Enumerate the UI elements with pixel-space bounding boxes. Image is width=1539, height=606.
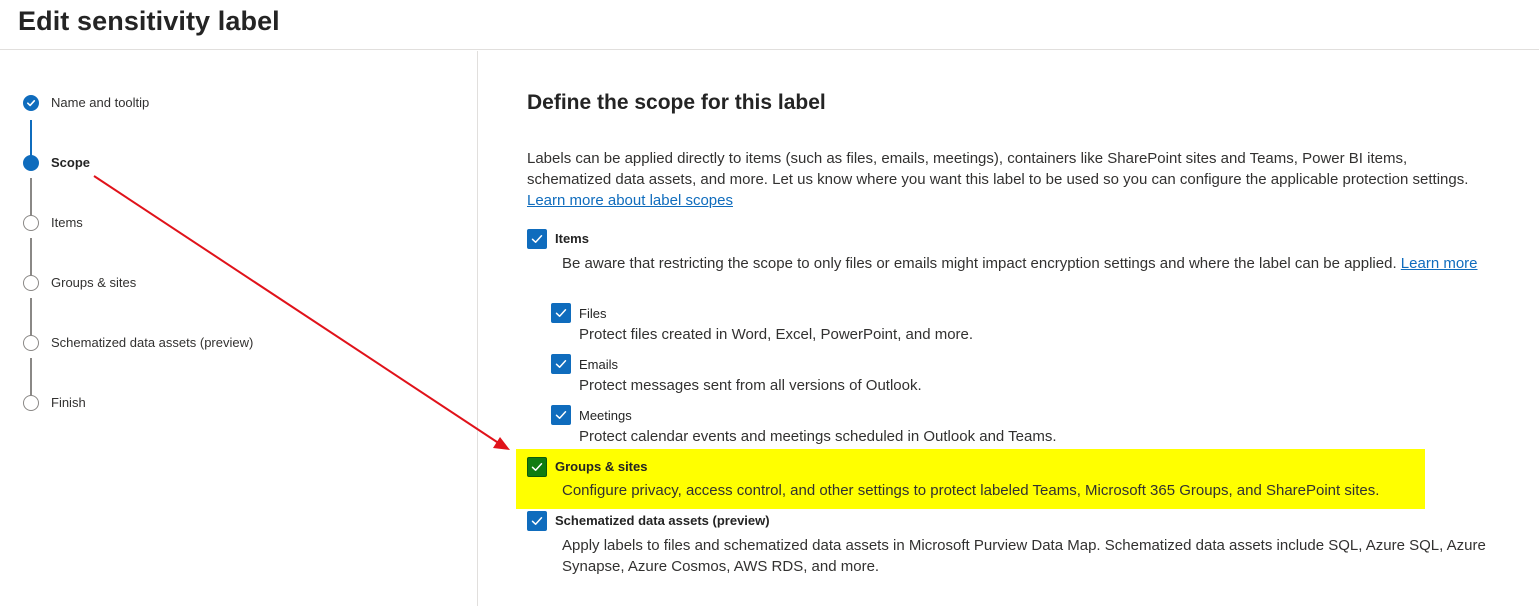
- groups-and-sites-checkbox[interactable]: [527, 457, 547, 477]
- scope-panel: Define the scope for this label Labels c…: [479, 51, 1539, 606]
- step-complete-icon: [23, 95, 39, 111]
- schematized-data-assets-label: Schematized data assets (preview): [555, 513, 770, 528]
- step-name-and-tooltip[interactable]: Name and tooltip: [0, 91, 460, 115]
- items-label: Items: [555, 231, 589, 246]
- checkmark-icon: [531, 463, 543, 471]
- step-pending-icon: [23, 395, 39, 411]
- step-schematized-data-assets[interactable]: Schematized data assets (preview): [0, 331, 460, 355]
- groups-and-sites-description: Configure privacy, access control, and o…: [562, 482, 1380, 499]
- groups-and-sites-label: Groups & sites: [555, 459, 648, 474]
- checkmark-icon: [555, 411, 567, 419]
- checkmark-icon: [531, 517, 543, 525]
- items-checkbox[interactable]: [527, 229, 547, 249]
- checkmark-icon: [27, 100, 36, 107]
- emails-checkbox[interactable]: [551, 354, 571, 374]
- files-description: Protect files created in Word, Excel, Po…: [579, 326, 974, 343]
- emails-description: Protect messages sent from all versions …: [579, 377, 922, 394]
- meetings-checkbox[interactable]: [551, 405, 571, 425]
- emails-label: Emails: [579, 357, 619, 372]
- step-label: Finish: [51, 395, 86, 410]
- step-pending-icon: [23, 215, 39, 231]
- step-label: Schematized data assets (preview): [51, 335, 254, 350]
- schematized-data-assets-description: Apply labels to files and schematized da…: [562, 537, 1486, 575]
- step-label: Name and tooltip: [51, 95, 150, 110]
- step-scope[interactable]: Scope: [0, 151, 460, 175]
- page-title: Edit sensitivity label: [18, 6, 280, 36]
- step-groups-and-sites[interactable]: Groups & sites: [0, 271, 460, 295]
- meetings-description: Protect calendar events and meetings sch…: [579, 428, 1057, 445]
- files-label: Files: [579, 306, 607, 321]
- schematized-data-assets-checkbox[interactable]: [527, 511, 547, 531]
- learn-more-label-scopes-link[interactable]: Learn more about label scopes: [527, 192, 733, 209]
- intro-body: Labels can be applied directly to items …: [527, 150, 1469, 188]
- meetings-label: Meetings: [579, 408, 632, 423]
- step-pending-icon: [23, 335, 39, 351]
- checkmark-icon: [555, 360, 567, 368]
- step-pending-icon: [23, 275, 39, 291]
- step-current-icon: [23, 155, 39, 171]
- items-learn-more-link[interactable]: Learn more: [1401, 255, 1478, 272]
- step-label: Items: [51, 215, 83, 230]
- step-items[interactable]: Items: [0, 211, 460, 235]
- checkmark-icon: [555, 309, 567, 317]
- step-finish[interactable]: Finish: [0, 391, 460, 415]
- items-description: Be aware that restricting the scope to o…: [562, 253, 1507, 274]
- page-header: Edit sensitivity label: [0, 0, 1539, 50]
- checkmark-icon: [531, 235, 543, 243]
- files-checkbox[interactable]: [551, 303, 571, 323]
- step-label: Groups & sites: [51, 275, 137, 290]
- intro-text: Labels can be applied directly to items …: [527, 148, 1487, 211]
- section-title: Define the scope for this label: [527, 91, 826, 114]
- wizard-steps: Name and tooltip Scope Items Groups & si…: [0, 51, 478, 606]
- step-label: Scope: [51, 155, 91, 170]
- items-description-text: Be aware that restricting the scope to o…: [562, 255, 1397, 272]
